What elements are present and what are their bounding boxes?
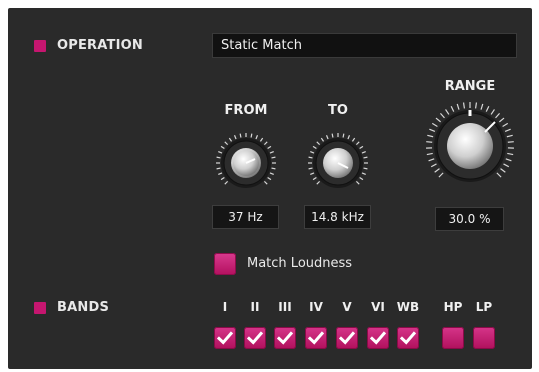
band-checkbox-iv[interactable] (305, 327, 327, 349)
operation-indicator (34, 40, 46, 52)
band-checkbox-v[interactable] (336, 327, 358, 349)
range-title: RANGE (444, 79, 496, 94)
check-icon (339, 331, 355, 345)
band-checkbox-lp[interactable] (473, 327, 495, 349)
check-icon (217, 331, 233, 345)
range-value-field[interactable]: 30.0 % (435, 207, 504, 231)
band-checkbox-hp[interactable] (442, 327, 464, 349)
check-icon (308, 331, 324, 345)
band-checkbox-i[interactable] (214, 327, 236, 349)
match-loudness-toggle[interactable] (214, 253, 236, 275)
operation-dropdown[interactable]: Static Match (212, 33, 517, 58)
band-label-v: V (342, 300, 352, 314)
check-icon (277, 331, 293, 345)
bands-label: BANDS (57, 300, 110, 315)
to-knob[interactable] (301, 132, 375, 194)
from-title: FROM (224, 103, 268, 118)
check-icon (400, 331, 416, 345)
check-icon (370, 331, 386, 345)
range-knob[interactable] (418, 100, 522, 192)
band-label-wb: WB (396, 300, 420, 314)
to-value-field[interactable]: 14.8 kHz (304, 205, 371, 229)
check-icon (247, 331, 263, 345)
band-label-i: I (222, 300, 228, 314)
band-checkbox-vi[interactable] (367, 327, 389, 349)
band-checkbox-ii[interactable] (244, 327, 266, 349)
band-checkbox-iii[interactable] (274, 327, 296, 349)
band-label-ii: II (250, 300, 260, 314)
band-label-iii: III (278, 300, 292, 314)
match-loudness-label: Match Loudness (247, 256, 353, 271)
operation-label: OPERATION (57, 38, 143, 53)
band-label-iv: IV (309, 300, 323, 314)
from-value-field[interactable]: 37 Hz (212, 205, 279, 229)
band-label-vi: VI (371, 300, 385, 314)
band-label-lp: LP (475, 300, 493, 314)
from-knob[interactable] (209, 132, 283, 194)
bands-indicator (34, 302, 46, 314)
to-title: TO (328, 103, 348, 118)
band-checkbox-wb[interactable] (397, 327, 419, 349)
band-label-hp: HP (443, 300, 463, 314)
